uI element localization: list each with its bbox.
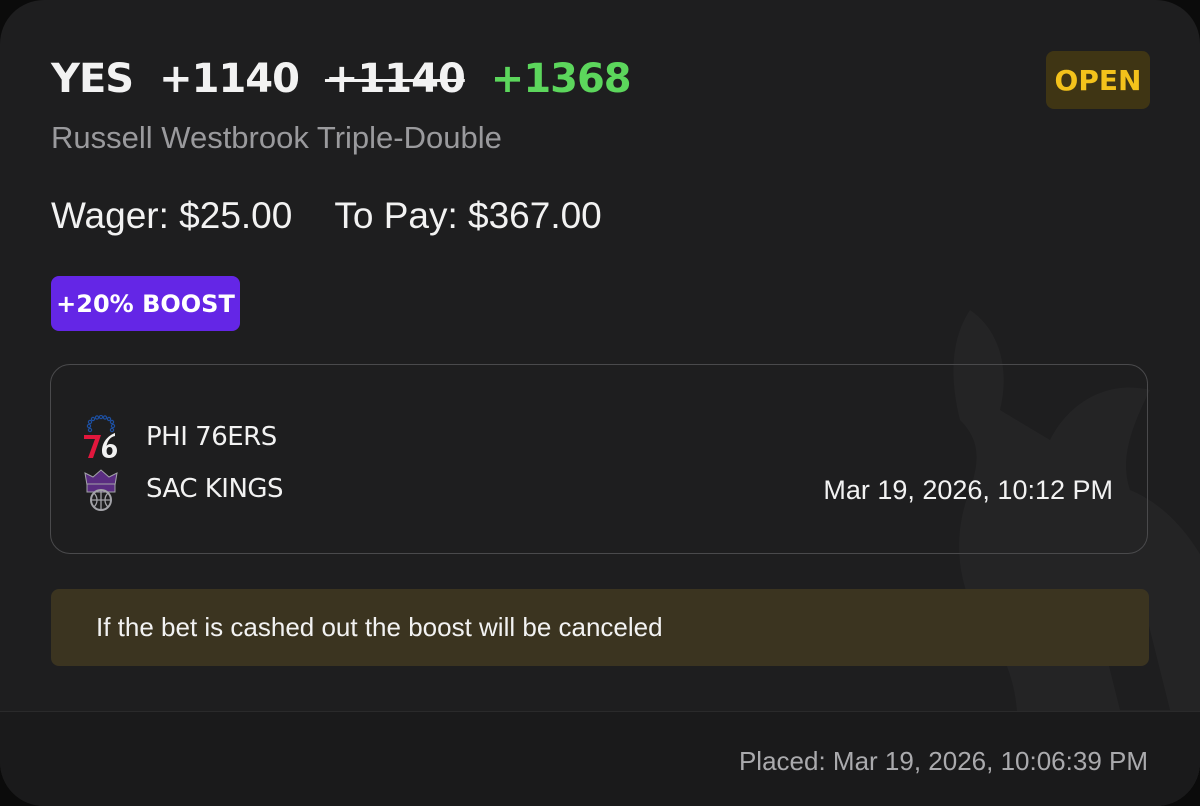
event-box[interactable]: PHI 76ERS SAC KINGS Mar 19, 2026, 10:12 … [50,364,1148,554]
76ers-logo-icon [84,415,117,458]
team-name-away: SAC KINGS [146,474,284,504]
team-name-home: PHI 76ERS [146,422,277,452]
market-name: Russell Westbrook Triple-Double [51,120,502,155]
cashout-boost-notice: If the bet is cashed out the boost will … [51,589,1149,666]
wager-amount: Wager: $25.00 [51,195,293,236]
bet-card[interactable]: YES +1140 +1140 +1368 OPEN Russell Westb… [0,0,1200,806]
to-pay-amount: To Pay: $367.00 [334,195,602,236]
odds-original: +1140 [159,56,300,102]
boost-badge: +20% BOOST [51,276,240,331]
kings-logo-icon [84,469,118,511]
team-row-home: PHI 76ERS [81,415,277,459]
placed-timestamp: Placed: Mar 19, 2026, 10:06:39 PM [738,746,1148,776]
odds-struck: +1140 [324,56,466,102]
selection-label: YES [51,56,134,102]
status-badge: OPEN [1046,51,1150,109]
team-row-away: SAC KINGS [81,467,284,511]
wager-line: Wager: $25.00 To Pay: $367.00 [51,195,602,237]
bet-footer: Placed: Mar 19, 2026, 10:06:39 PM [0,711,1200,806]
event-start-time: Mar 19, 2026, 10:12 PM [823,475,1113,505]
odds-header: YES +1140 +1140 +1368 [51,56,657,102]
odds-boosted: +1368 [490,56,632,102]
